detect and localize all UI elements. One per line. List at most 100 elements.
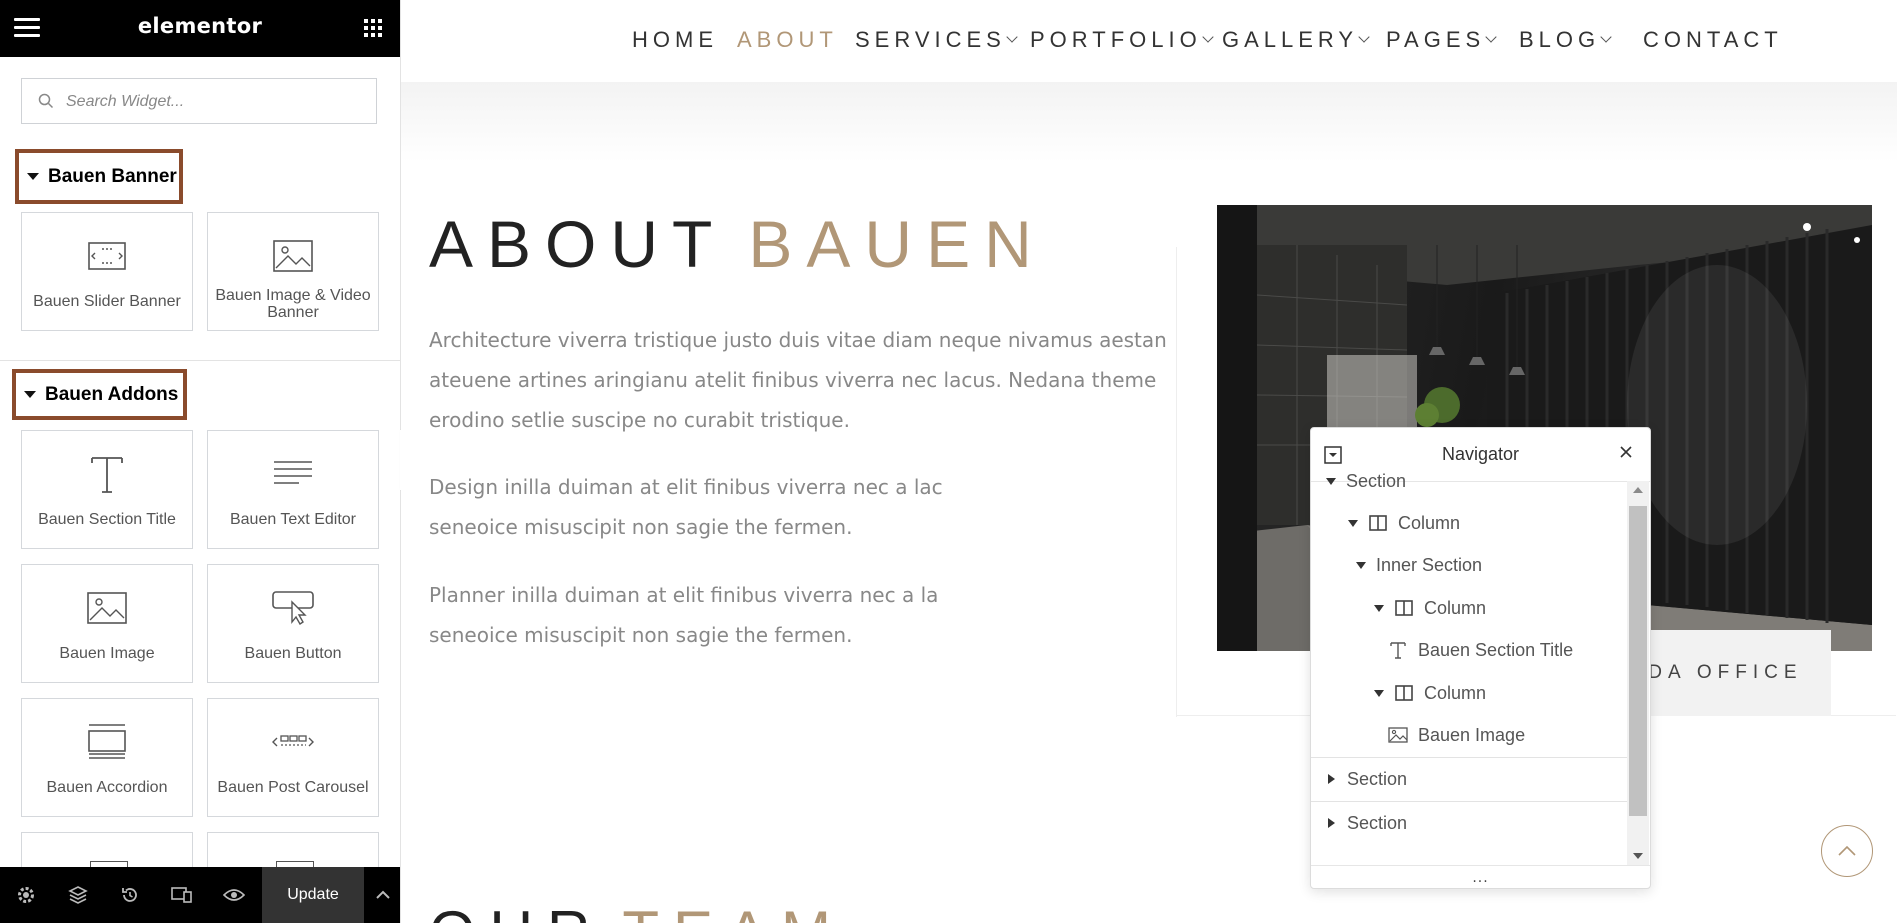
navigator-row-label: Column xyxy=(1424,597,1487,618)
text-editor-icon xyxy=(208,453,378,495)
widget-bauen-accordion[interactable]: Bauen Accordion xyxy=(21,698,193,817)
heading-accent: TEAM xyxy=(622,899,845,923)
search-widget-box xyxy=(21,78,377,124)
column-icon xyxy=(1394,598,1414,618)
team-heading: OUR TEAM xyxy=(429,898,845,923)
nav-item-blog[interactable]: BLOG xyxy=(1519,27,1612,53)
caret-down-icon[interactable] xyxy=(1356,561,1366,569)
navigator-row-column[interactable]: Column xyxy=(1311,587,1650,629)
navigator-row-column[interactable]: Column xyxy=(1311,672,1650,714)
chevron-down-icon xyxy=(1485,31,1497,43)
caret-down-icon[interactable] xyxy=(1326,477,1336,485)
navigator-resize-handle[interactable]: ... xyxy=(1311,865,1650,888)
scroll-down-arrow-icon[interactable] xyxy=(1633,853,1643,859)
settings-gear-icon[interactable] xyxy=(0,867,52,923)
widget-bauen-image-video-banner[interactable]: Bauen Image & Video Banner xyxy=(207,212,379,331)
about-paragraph-1: Architecture viverra tristique justo dui… xyxy=(429,320,1169,440)
update-button[interactable]: Update xyxy=(262,867,364,923)
search-icon xyxy=(38,93,54,109)
navigator-row-label: Section xyxy=(1346,470,1407,491)
widget-label: Bauen Post Carousel xyxy=(217,779,369,796)
title-text-icon xyxy=(1388,640,1408,660)
text-line: Planner inilla duiman at elit finibus vi… xyxy=(429,583,939,607)
column-icon xyxy=(1368,513,1388,533)
category-label: Bauen Addons xyxy=(45,383,179,405)
text-line: Design inilla duiman at elit finibus viv… xyxy=(429,475,943,499)
chevron-down-icon xyxy=(1202,31,1214,43)
scroll-up-arrow-icon[interactable] xyxy=(1633,487,1643,493)
widget-label: Bauen Section Title xyxy=(38,511,176,528)
nav-item-portfolio[interactable]: PORTFOLIO xyxy=(1030,27,1214,53)
widget-bauen-button[interactable]: Bauen Button xyxy=(207,564,379,683)
divider xyxy=(1311,757,1629,758)
decorative-line xyxy=(1176,247,1177,717)
preview-eye-icon[interactable] xyxy=(208,867,260,923)
navigator-row-section[interactable]: Section xyxy=(1311,758,1644,800)
navigator-row-label: Column xyxy=(1398,512,1461,533)
navigator-row-label: Section xyxy=(1347,812,1408,833)
widget-label: Bauen Image & Video Banner xyxy=(215,287,371,321)
navigator-row-section[interactable]: Section xyxy=(1311,802,1644,844)
nav-item-label: PORTFOLIO xyxy=(1030,27,1202,52)
caret-down-icon xyxy=(27,173,39,180)
category-label: Bauen Banner xyxy=(48,165,177,187)
navigator-scrollbar[interactable] xyxy=(1627,481,1649,865)
widget-label: Bauen Button xyxy=(244,645,342,662)
text-line: ateuene artines aringianu atelit finibus… xyxy=(429,368,1157,392)
button-cursor-icon xyxy=(208,587,378,629)
widget-bauen-image[interactable]: Bauen Image xyxy=(21,564,193,683)
navigator-row-bauen-image[interactable]: Bauen Image xyxy=(1311,714,1650,756)
nav-item-about[interactable]: ABOUT xyxy=(737,27,838,53)
widget-label: Bauen Image xyxy=(59,645,155,662)
heading-main: ABOUT xyxy=(429,207,727,281)
nav-item-services[interactable]: SERVICES xyxy=(855,27,1018,53)
caret-down-icon[interactable] xyxy=(1374,604,1384,612)
scroll-to-top-button[interactable] xyxy=(1821,825,1873,877)
nav-item-label: GALLERY xyxy=(1222,27,1359,52)
nav-item-pages[interactable]: PAGES xyxy=(1386,27,1497,53)
widget-bauen-slider-banner[interactable]: Bauen Slider Banner xyxy=(21,212,193,331)
nav-item-label: HOME xyxy=(632,27,718,52)
image-icon xyxy=(208,235,378,277)
widgets-grid-icon[interactable] xyxy=(364,19,382,37)
caret-down-icon[interactable] xyxy=(1348,519,1358,527)
nav-item-gallery[interactable]: GALLERY xyxy=(1222,27,1370,53)
navigator-row-bauen-section-title[interactable]: Bauen Section Title xyxy=(1311,629,1650,671)
caret-right-icon[interactable] xyxy=(1328,818,1335,828)
panel-footer: Update xyxy=(0,867,400,923)
heading-main: OUR xyxy=(429,899,604,923)
nav-item-home[interactable]: HOME xyxy=(632,27,718,53)
column-icon xyxy=(1394,683,1414,703)
navigator-layers-icon[interactable] xyxy=(52,867,104,923)
category-bauen-addons[interactable]: Bauen Addons xyxy=(12,369,187,420)
navigator-row-column[interactable]: Column xyxy=(1311,502,1650,544)
navigator-row-inner-section[interactable]: Inner Section xyxy=(1311,544,1650,586)
elementor-panel: elementor Bauen Banner Bauen Slider Bann… xyxy=(0,0,401,923)
responsive-mode-icon[interactable] xyxy=(156,867,208,923)
category-bauen-banner[interactable]: Bauen Banner xyxy=(15,149,183,204)
image-icon xyxy=(22,587,192,629)
caret-down-icon[interactable] xyxy=(1374,689,1384,697)
widget-bauen-post-carousel[interactable]: Bauen Post Carousel xyxy=(207,698,379,817)
divider xyxy=(1311,801,1629,802)
search-widget-input[interactable] xyxy=(64,89,368,115)
caret-right-icon[interactable] xyxy=(1328,774,1335,784)
text-line: erodino setlie suscipe no curabit tristi… xyxy=(429,408,850,432)
navigator-row-label: Inner Section xyxy=(1376,554,1483,575)
scrollbar-thumb[interactable] xyxy=(1629,506,1647,816)
slider-icon xyxy=(22,235,192,277)
nav-item-label: SERVICES xyxy=(855,27,1006,52)
widget-bauen-text-editor[interactable]: Bauen Text Editor xyxy=(207,430,379,549)
chevron-down-icon xyxy=(1600,31,1612,43)
heading-accent: BAUEN xyxy=(748,207,1046,281)
history-icon[interactable] xyxy=(104,867,156,923)
elementor-logo: elementor xyxy=(137,14,263,38)
close-icon[interactable] xyxy=(1618,444,1634,460)
navigator-row-section[interactable]: Section xyxy=(1311,460,1644,502)
navigator-row-label: Column xyxy=(1424,682,1487,703)
navigator-row-label: Bauen Section Title xyxy=(1418,639,1574,660)
nav-item-contact[interactable]: CONTACT xyxy=(1643,27,1783,53)
carousel-icon xyxy=(208,721,378,763)
widget-bauen-section-title[interactable]: Bauen Section Title xyxy=(21,430,193,549)
chevron-up-icon[interactable] xyxy=(366,867,400,923)
